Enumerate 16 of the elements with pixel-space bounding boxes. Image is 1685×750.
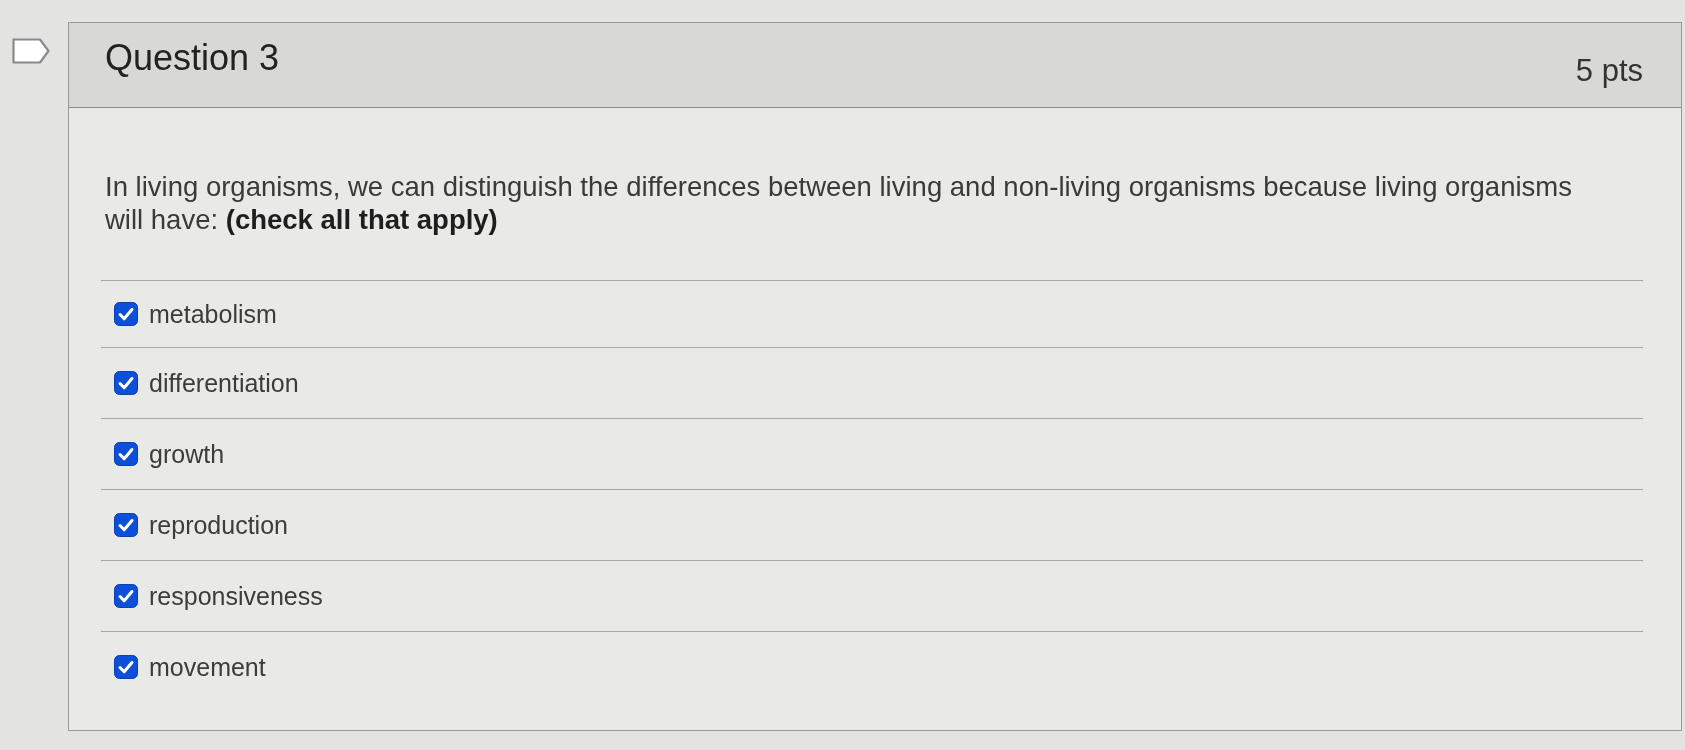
- answer-label[interactable]: growth: [149, 439, 225, 469]
- checkbox[interactable]: [114, 584, 138, 608]
- answer-label[interactable]: differentiation: [149, 368, 299, 398]
- answer-label[interactable]: movement: [149, 652, 266, 682]
- checkbox[interactable]: [114, 371, 138, 395]
- points-label: 5 pts: [1575, 53, 1643, 89]
- answer-label[interactable]: metabolism: [149, 299, 277, 329]
- checkbox[interactable]: [114, 655, 138, 679]
- checkbox[interactable]: [114, 442, 138, 466]
- question-title: Question 3: [105, 37, 280, 79]
- checkbox[interactable]: [114, 513, 138, 537]
- question-text: In living organisms, we can distinguish the differences between living and non-living organisms because living organisms will have: (check all that apply): [105, 170, 1573, 236]
- answer-label[interactable]: reproduction: [149, 510, 288, 540]
- checkbox[interactable]: [114, 302, 138, 326]
- tag-icon[interactable]: [12, 38, 50, 64]
- answer-label[interactable]: responsiveness: [149, 581, 323, 611]
